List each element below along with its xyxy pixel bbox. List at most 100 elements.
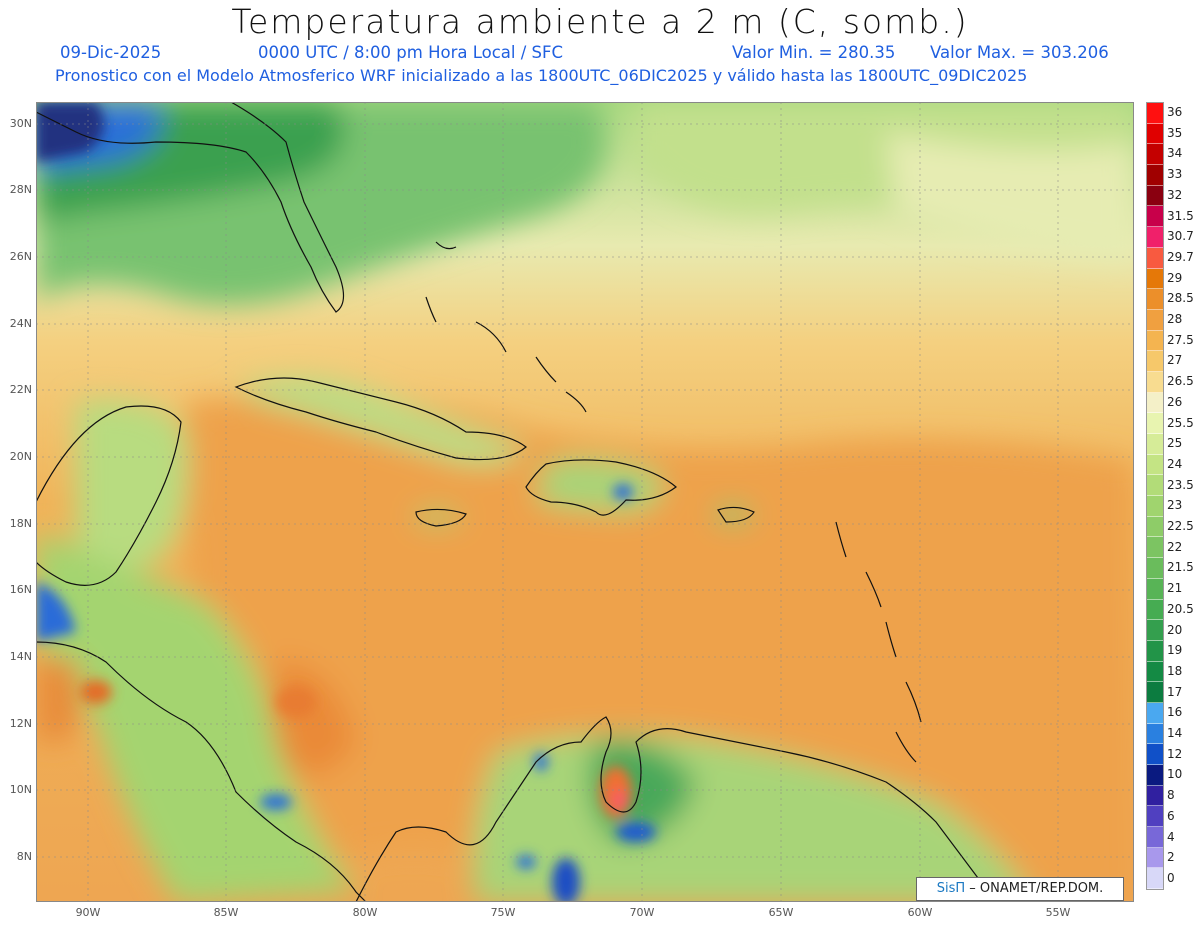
lat-label: 8N: [16, 850, 32, 863]
lat-label: 12N: [9, 717, 32, 730]
colorbar-label: 28: [1167, 312, 1183, 326]
colorbar-segment: [1147, 723, 1163, 745]
colorbar-segment: [1147, 454, 1163, 476]
colorbar-label: 8: [1167, 788, 1175, 803]
colorbar-label: 17: [1167, 684, 1183, 699]
colorbar-segment: [1147, 661, 1163, 683]
forecast-date: 09-Dic-2025: [60, 43, 162, 62]
lon-label: 90W: [75, 906, 101, 919]
colorbar-label: 19: [1167, 643, 1183, 658]
colorbar-label: 22: [1167, 539, 1183, 554]
colorbar-segment: [1147, 268, 1163, 290]
lat-label: 22N: [9, 383, 32, 396]
map-title: Temperatura ambiente a 2 m (C, somb.): [231, 2, 969, 41]
colorbar-label: 24: [1167, 456, 1183, 471]
colorbar-segment: [1147, 206, 1163, 228]
lat-label: 30N: [9, 117, 32, 130]
colorbar-segment: [1147, 827, 1163, 848]
lon-label: 85W: [213, 906, 239, 919]
lon-label: 80W: [352, 906, 378, 919]
colorbar-segment: [1147, 227, 1163, 248]
credit-text: – ONAMET/REP.DOM.: [969, 881, 1104, 896]
lat-label: 20N: [9, 450, 32, 463]
colorbar-segment: [1147, 599, 1163, 621]
colorbar-segment: [1147, 475, 1163, 497]
colorbar-label: 23: [1167, 498, 1183, 513]
lat-label: 28N: [9, 183, 32, 196]
colorbar-label: 16: [1167, 705, 1183, 720]
colorbar-label: 23.5: [1167, 477, 1194, 492]
colorbar: [1146, 102, 1164, 891]
colorbar-segment: [1147, 351, 1163, 372]
colorbar-label: 14: [1167, 726, 1183, 740]
colorbar-segment: [1147, 144, 1163, 166]
colorbar-segment: [1147, 309, 1163, 331]
colorbar-segment: [1147, 537, 1163, 559]
colorbar-segment: [1147, 785, 1163, 807]
colorbar-segment: [1147, 165, 1163, 186]
colorbar-segment: [1147, 103, 1163, 124]
model-info: Pronostico con el Modelo Atmosferico WRF…: [55, 66, 1028, 85]
colorbar-label: 21.5: [1167, 560, 1194, 575]
lat-label: 14N: [9, 650, 32, 663]
colorbar-label: 27.5: [1167, 332, 1194, 347]
colorbar-segment: [1147, 578, 1163, 600]
temperature-field: [36, 102, 1134, 902]
lat-label: 16N: [9, 583, 32, 596]
colorbar-label: 0: [1167, 870, 1175, 885]
colorbar-segment: [1147, 847, 1163, 869]
colorbar-label: 34: [1167, 146, 1183, 161]
colorbar-label: 36: [1167, 105, 1183, 119]
colorbar-segment: [1147, 392, 1163, 414]
colorbar-segment: [1147, 806, 1163, 828]
colorbar-label: 4: [1167, 829, 1175, 844]
colorbar-label: 25.5: [1167, 415, 1194, 430]
colorbar-segment: [1147, 185, 1163, 207]
colorbar-label: 31.5: [1167, 208, 1194, 223]
credit-brand: SisΠ: [936, 881, 966, 896]
colorbar-segment: [1147, 247, 1163, 269]
colorbar-segment: [1147, 620, 1163, 641]
min-value: Valor Min. = 280.35: [732, 43, 896, 62]
lat-label: 18N: [9, 517, 32, 530]
colorbar-label: 12: [1167, 746, 1183, 761]
colorbar-label: 32: [1167, 187, 1183, 202]
colorbar-label: 29.7: [1167, 249, 1194, 264]
temperature-map: [36, 102, 1134, 902]
colorbar-segment: [1147, 413, 1163, 434]
colorbar-label: 6: [1167, 808, 1175, 823]
lon-label: 75W: [490, 906, 516, 919]
lon-label: 55W: [1045, 906, 1071, 919]
colorbar-label: 27: [1167, 353, 1183, 368]
lat-label: 10N: [9, 783, 32, 796]
colorbar-label: 28.5: [1167, 291, 1194, 306]
colorbar-label: 21: [1167, 581, 1183, 596]
colorbar-label: 20.5: [1167, 601, 1194, 616]
lon-label: 70W: [629, 906, 655, 919]
lat-label: 24N: [9, 317, 32, 330]
colorbar-segment: [1147, 371, 1163, 393]
colorbar-segment: [1147, 682, 1163, 703]
lat-label: 26N: [9, 250, 32, 263]
colorbar-label: 35: [1167, 125, 1183, 140]
colorbar-label: 2: [1167, 850, 1175, 865]
colorbar-label: 22.5: [1167, 519, 1194, 533]
max-value: Valor Max. = 303.206: [930, 43, 1109, 62]
credit-box: SisΠ – ONAMET/REP.DOM.: [916, 877, 1124, 901]
colorbar-segment: [1147, 702, 1163, 724]
colorbar-label: 29: [1167, 270, 1183, 285]
colorbar-segment: [1147, 640, 1163, 662]
colorbar-segment: [1147, 765, 1163, 786]
colorbar-segment: [1147, 744, 1163, 765]
colorbar-segment: [1147, 558, 1163, 579]
colorbar-segment: [1147, 496, 1163, 517]
colorbar-label: 33: [1167, 167, 1183, 182]
colorbar-label: 10: [1167, 767, 1183, 782]
colorbar-segment: [1147, 330, 1163, 352]
colorbar-label: 20: [1167, 622, 1183, 637]
colorbar-label: 26.5: [1167, 374, 1194, 389]
colorbar-segment: [1147, 289, 1163, 310]
forecast-time: 0000 UTC / 8:00 pm Hora Local / SFC: [258, 43, 564, 62]
lon-label: 65W: [768, 906, 794, 919]
lon-label: 60W: [907, 906, 933, 919]
